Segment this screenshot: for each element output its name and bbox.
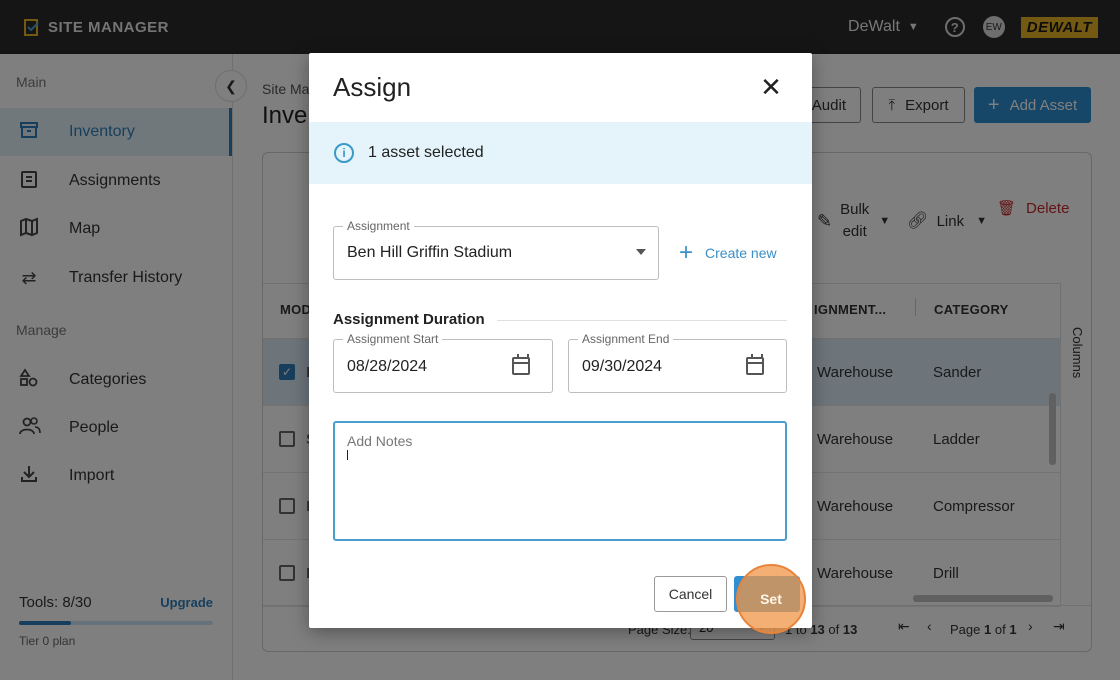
set-button-label[interactable]: Set [736,564,806,634]
end-label: Assignment End [578,332,674,346]
notes-textarea[interactable]: Add Notes [333,421,787,541]
selection-count: 1 asset selected [368,144,484,161]
calendar-icon[interactable] [512,354,530,375]
assign-dialog: Assign ✕ i 1 asset selected Assignment B… [309,53,812,628]
close-icon[interactable]: ✕ [757,73,785,101]
create-new-label: Create new [705,245,777,261]
create-new-button[interactable]: + Create new [679,241,777,265]
start-label: Assignment Start [343,332,443,346]
start-value: 08/28/2024 [347,358,428,375]
divider [497,320,787,321]
assignment-end-field[interactable]: Assignment End 09/30/2024 [568,332,787,393]
notes-placeholder: Add Notes [347,433,413,449]
assignment-start-field[interactable]: Assignment Start 08/28/2024 [333,332,553,393]
assignment-label: Assignment [343,219,414,233]
end-value: 09/30/2024 [582,358,663,375]
text-cursor [347,450,348,460]
info-icon: i [334,143,354,163]
cancel-button[interactable]: Cancel [654,576,727,612]
dialog-title: Assign [333,72,412,102]
assignment-select[interactable]: Assignment Ben Hill Griffin Stadium [333,219,659,280]
calendar-icon[interactable] [746,354,764,375]
duration-title: Assignment Duration [333,311,485,328]
caret-down-icon [636,249,646,255]
plus-icon: + [679,239,694,266]
assignment-value: Ben Hill Griffin Stadium [347,244,513,261]
info-banner: i 1 asset selected [309,122,812,184]
